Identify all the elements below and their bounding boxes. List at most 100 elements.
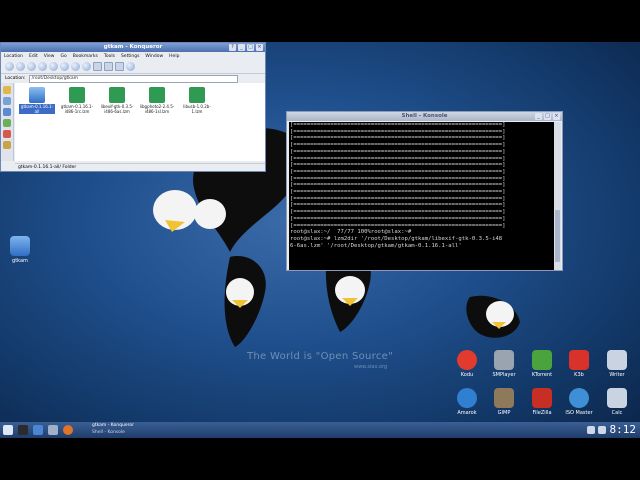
- home-icon[interactable]: [38, 62, 47, 71]
- menu-go[interactable]: Go: [60, 54, 66, 59]
- app-label: SMPlayer: [492, 372, 516, 378]
- menu-window[interactable]: Window: [145, 54, 163, 59]
- file-name: libgphoto2-2.4.5-i486-1sl.lzm: [139, 104, 175, 114]
- maximize-button[interactable]: □: [247, 44, 254, 51]
- home-launcher-icon[interactable]: [33, 425, 43, 435]
- clock: 8:12: [609, 423, 637, 436]
- desktop-icon-iso-master[interactable]: ISO Master: [561, 388, 597, 416]
- bookmarks-icon[interactable]: [3, 86, 11, 94]
- history-icon[interactable]: [3, 97, 11, 105]
- konsole-window: Shell - Konsole _ □ × [=================…: [286, 111, 563, 271]
- lzm-package-icon: [109, 87, 125, 103]
- terminal-output[interactable]: [=======================================…: [289, 122, 554, 270]
- desktop-icon-smplayer[interactable]: SMPlayer: [486, 350, 522, 378]
- network-icon[interactable]: [3, 119, 11, 127]
- zoom-out-icon[interactable]: [82, 62, 91, 71]
- menu-bookmarks[interactable]: Bookmarks: [73, 54, 98, 59]
- firefox-icon[interactable]: [63, 425, 73, 435]
- location-bar: Location: /root/Desktop/gtkam: [1, 74, 265, 83]
- wallpaper-url: www.slax.org: [354, 364, 388, 370]
- app-label: KTorrent: [531, 372, 553, 378]
- close-button[interactable]: ×: [553, 113, 560, 120]
- stop-icon[interactable]: [60, 62, 69, 71]
- app-label: Kodu: [460, 372, 474, 378]
- system-settings-icon[interactable]: [48, 425, 58, 435]
- help-button[interactable]: ?: [229, 44, 236, 51]
- app-label: Writer: [609, 372, 625, 378]
- app-label: K3b: [574, 372, 584, 378]
- terminal-scrollbar[interactable]: [554, 122, 561, 270]
- progress-line: [=======================================…: [290, 128, 506, 135]
- filezilla-icon: [532, 388, 552, 408]
- menu-tools[interactable]: Tools: [104, 54, 115, 59]
- task-konsole[interactable]: Shell - Konsole: [92, 430, 125, 435]
- app-label: ISO Master: [565, 410, 593, 416]
- location-input[interactable]: /root/Desktop/gtkam: [28, 74, 238, 83]
- desktop-icon-filezilla[interactable]: FileZilla: [524, 388, 560, 416]
- file-item[interactable]: libexif-gtk-0.3.5-i486-6as.lzm: [99, 87, 135, 114]
- taskbar: gtkam - Konqueror Shell - Konsole 8:12: [0, 422, 640, 438]
- progress-line: [=======================================…: [290, 215, 506, 222]
- reload-icon[interactable]: [49, 62, 58, 71]
- desktop-icon-kodu[interactable]: Kodu: [449, 350, 485, 378]
- menu-edit[interactable]: Edit: [29, 54, 38, 59]
- ktorrent-icon: [532, 350, 552, 370]
- minimize-button[interactable]: _: [238, 44, 245, 51]
- konqueror-titlebar[interactable]: gtkam - Konqueror ? _ □ ×: [1, 43, 265, 52]
- progress-line: [=======================================…: [290, 155, 506, 162]
- desktop-icon-calc[interactable]: Calc: [599, 388, 635, 416]
- close-button[interactable]: ×: [256, 44, 263, 51]
- home-folder-icon[interactable]: [3, 108, 11, 116]
- icon-view-icon[interactable]: [93, 62, 102, 71]
- amarok-icon: [457, 388, 477, 408]
- konsole-titlebar[interactable]: Shell - Konsole _ □ ×: [287, 112, 562, 121]
- desktop-icon-writer[interactable]: Writer: [599, 350, 635, 378]
- menu-location[interactable]: Location: [4, 54, 23, 59]
- file-name: gtkam-0.1.16.1-i486-1rc.lzm: [60, 104, 94, 114]
- desktop-icon-amarok[interactable]: Amarok: [449, 388, 485, 416]
- task-konqueror[interactable]: gtkam - Konqueror: [92, 423, 134, 428]
- maximize-button[interactable]: □: [544, 113, 551, 120]
- kde-menu-icon[interactable]: [3, 425, 13, 435]
- file-item[interactable]: gtkam-0.1.16.1-all: [19, 87, 55, 114]
- detailed-view-icon[interactable]: [104, 62, 113, 71]
- desktop-icon-gtkam[interactable]: gtkam: [2, 236, 38, 264]
- menu-settings[interactable]: Settings: [121, 54, 139, 59]
- file-item[interactable]: libgphoto2-2.4.5-i486-1sl.lzm: [139, 87, 175, 114]
- menu-help[interactable]: Help: [169, 54, 179, 59]
- back-icon[interactable]: [5, 62, 14, 71]
- forward-icon[interactable]: [16, 62, 25, 71]
- zoom-in-icon[interactable]: [71, 62, 80, 71]
- find-icon[interactable]: [126, 62, 135, 71]
- volume-tray-icon[interactable]: [598, 426, 606, 434]
- progress-line: [=======================================…: [290, 122, 506, 128]
- scrollbar-thumb[interactable]: [555, 210, 560, 262]
- folder-icon: [10, 236, 30, 256]
- menu-view[interactable]: View: [44, 54, 55, 59]
- location-label: Location:: [5, 76, 26, 81]
- terminal-launcher-icon[interactable]: [18, 425, 28, 435]
- minimize-button[interactable]: _: [535, 113, 542, 120]
- gimp-icon: [494, 388, 514, 408]
- window-title: Shell - Konsole: [401, 113, 448, 119]
- desktop-icon-k3b[interactable]: K3b: [561, 350, 597, 378]
- progress-line: [=======================================…: [290, 189, 506, 196]
- wallpaper-slogan: The World is "Open Source": [247, 351, 394, 362]
- progress-line: [=======================================…: [290, 195, 506, 202]
- root-folder-icon[interactable]: [3, 130, 11, 138]
- progress-line: [=======================================…: [290, 162, 506, 169]
- network-tray-icon[interactable]: [587, 426, 595, 434]
- desktop-icon-gimp[interactable]: GIMP: [486, 388, 522, 416]
- file-item[interactable]: libusb-1.0.2b-1.lzm: [179, 87, 215, 114]
- file-item[interactable]: gtkam-0.1.16.1-i486-1rc.lzm: [59, 87, 95, 114]
- progress-line: [=======================================…: [290, 168, 506, 175]
- services-icon[interactable]: [3, 141, 11, 149]
- up-icon[interactable]: [27, 62, 36, 71]
- progress-output: [=======================================…: [289, 122, 554, 229]
- progress-line: [=======================================…: [290, 209, 506, 216]
- tree-view-icon[interactable]: [115, 62, 124, 71]
- app-label: FileZilla: [532, 410, 552, 416]
- folder-icon: [29, 87, 45, 103]
- desktop-icon-ktorrent[interactable]: KTorrent: [524, 350, 560, 378]
- desktop-icon-label: gtkam: [12, 258, 28, 264]
